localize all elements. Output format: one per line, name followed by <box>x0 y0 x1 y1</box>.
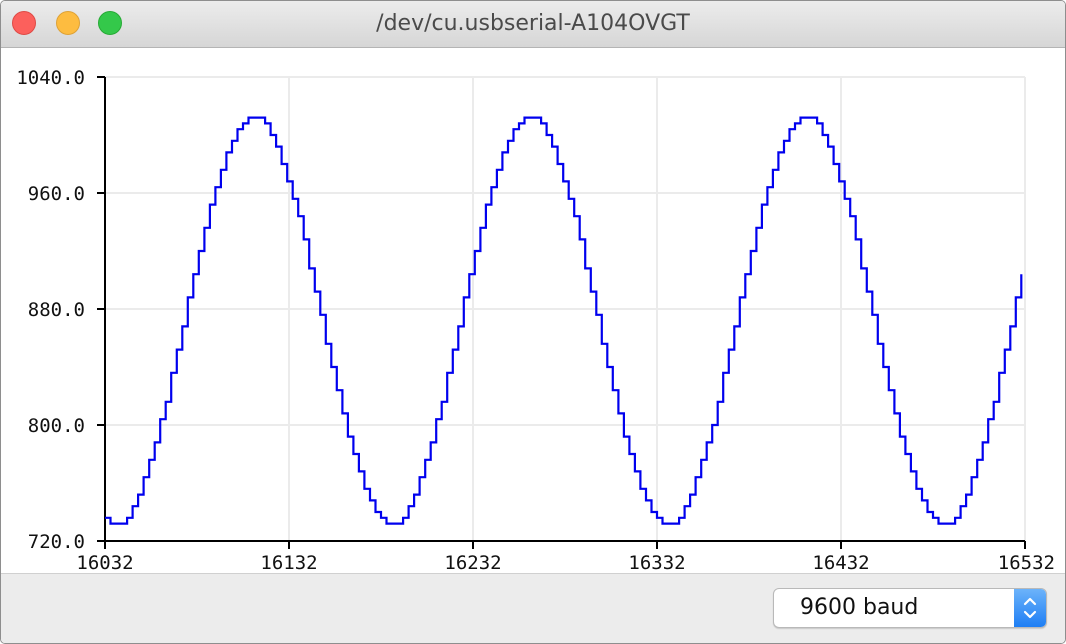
y-tick-label: 720.0 <box>28 531 85 553</box>
plotter-window: /dev/cu.usbserial-A104OVGT 720.0 800.0 880… <box>0 0 1066 644</box>
x-tick-label: 16532 <box>998 552 1055 573</box>
x-tick-label: 16132 <box>260 552 317 573</box>
serial-plot-chart: 720.0 800.0 880.0 960.0 1040.0 16032 16132 1623… <box>16 67 1055 574</box>
series-line <box>105 116 1023 525</box>
select-stepper-icon[interactable] <box>1014 589 1046 627</box>
y-tick-label: 800.0 <box>28 415 85 437</box>
baud-rate-value: 9600 baud <box>800 595 919 620</box>
baud-rate-select[interactable]: 9600 baud <box>773 588 1047 628</box>
y-tick-label: 880.0 <box>28 299 85 321</box>
title-bar: /dev/cu.usbserial-A104OVGT <box>1 1 1065 48</box>
x-tick-label: 16032 <box>76 552 133 573</box>
x-tick-label: 16432 <box>812 552 869 573</box>
x-tick-label: 16332 <box>628 552 685 573</box>
y-tick-label: 960.0 <box>28 183 85 205</box>
status-footer: 9600 baud <box>1 573 1065 643</box>
window-title: /dev/cu.usbserial-A104OVGT <box>376 11 690 36</box>
y-tick-label: 1040.0 <box>16 67 85 89</box>
plot-area: 720.0 800.0 880.0 960.0 1040.0 16032 16132 1623… <box>1 48 1065 574</box>
x-tick-label: 16232 <box>444 552 501 573</box>
